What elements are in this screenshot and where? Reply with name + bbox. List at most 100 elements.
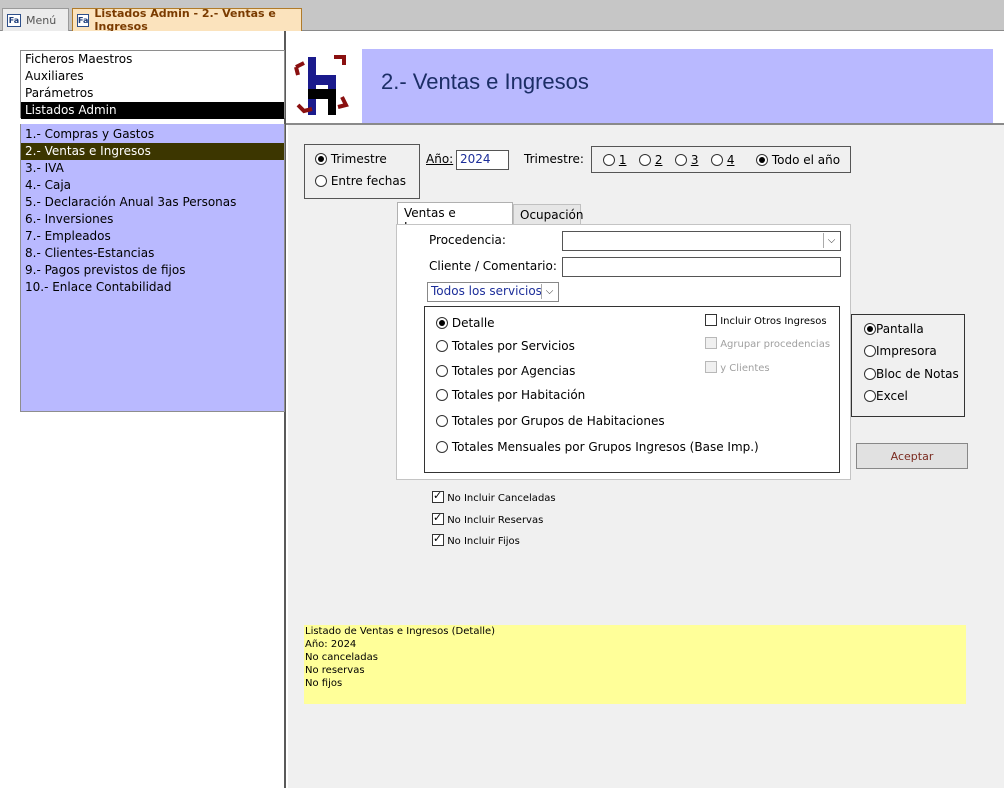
chevron-down-icon[interactable]: ⌵ xyxy=(823,233,839,248)
report-detalle-option[interactable]: Detalle xyxy=(436,316,495,330)
report-mensuales-option[interactable]: Totales Mensuales por Grupos Ingresos (B… xyxy=(436,440,759,454)
chevron-down-icon[interactable]: ⌵ xyxy=(541,284,557,299)
cliente-label: Cliente / Comentario: xyxy=(429,259,557,273)
submenu-item-ventas[interactable]: 2.- Ventas e Ingresos xyxy=(21,143,284,160)
submenu-item-compras[interactable]: 1.- Compras y Gastos xyxy=(21,126,284,143)
procedencia-combobox[interactable]: ⌵ xyxy=(562,231,841,251)
trimestre-radio[interactable] xyxy=(315,153,327,165)
fijos-option[interactable]: No Incluir Fijos xyxy=(432,532,520,547)
quarter-1-label: 1 xyxy=(618,153,627,167)
submenu-item-clientes[interactable]: 8.- Clientes-Estancias xyxy=(21,245,284,262)
entre-fechas-radio[interactable] xyxy=(315,175,327,187)
output-pantalla-option[interactable]: Pantalla xyxy=(864,322,924,336)
canceladas-checkbox[interactable] xyxy=(432,489,444,503)
summary-line: Año: 2024 xyxy=(305,639,357,650)
quarter-2-option[interactable]: 2 xyxy=(639,153,662,167)
clientes-option: y Clientes xyxy=(705,361,770,374)
year-input[interactable]: 2024 xyxy=(456,150,509,170)
fijos-checkbox[interactable] xyxy=(432,532,444,546)
main-menu-item-listados[interactable]: Listados Admin xyxy=(21,102,284,119)
agrupar-checkbox xyxy=(705,337,717,349)
tab-ventas-ingresos[interactable]: Ventas e Ingresos xyxy=(397,202,513,234)
quarter-2-radio[interactable] xyxy=(639,154,651,166)
canceladas-option[interactable]: No Incluir Canceladas xyxy=(432,489,556,504)
report-detalle-radio[interactable] xyxy=(436,317,448,329)
quarter-2-label: 2 xyxy=(654,153,663,167)
report-servicios-radio[interactable] xyxy=(436,340,448,352)
quarter-4-radio[interactable] xyxy=(711,154,723,166)
otros-ingresos-checkbox[interactable] xyxy=(705,314,717,326)
entre-fechas-label: Entre fechas xyxy=(330,174,407,188)
year-label: Año: xyxy=(426,152,453,166)
form-icon: Fa xyxy=(7,13,21,27)
report-grupos-option[interactable]: Totales por Grupos de Habitaciones xyxy=(436,414,665,428)
output-bloc-label: Bloc de Notas xyxy=(876,367,959,381)
page-title: 2.- Ventas e Ingresos xyxy=(381,69,589,94)
trimestre-option[interactable]: Trimestre xyxy=(315,152,387,166)
quarter-4-label: 4 xyxy=(726,153,735,167)
entre-fechas-option[interactable]: Entre fechas xyxy=(315,174,406,188)
todo-el-ano-label: Todo el año xyxy=(771,153,841,167)
report-agencias-option[interactable]: Totales por Agencias xyxy=(436,364,575,378)
agrupar-option: Agrupar procedencias xyxy=(705,337,830,350)
form-header: 2.- Ventas e Ingresos xyxy=(286,49,993,123)
quarter-3-radio[interactable] xyxy=(675,154,687,166)
submenu-item-pagos[interactable]: 9.- Pagos previstos de fijos xyxy=(21,262,284,279)
report-grupos-radio[interactable] xyxy=(436,415,448,427)
output-bloc-radio[interactable] xyxy=(864,368,876,380)
submenu-item-iva[interactable]: 3.- IVA xyxy=(21,160,284,177)
procedencia-label: Procedencia: xyxy=(429,233,506,247)
tab-listados-ventas[interactable]: Fa Listados Admin - 2.- Ventas e Ingreso… xyxy=(72,7,302,33)
main-menu-item-auxiliares[interactable]: Auxiliares xyxy=(21,68,284,85)
year-label-text: Año: xyxy=(426,152,454,166)
report-agencias-radio[interactable] xyxy=(436,365,448,377)
output-impresora-option[interactable]: Impresora xyxy=(864,344,937,358)
canceladas-label: No Incluir Canceladas xyxy=(447,493,556,504)
quarter-1-radio[interactable] xyxy=(603,154,615,166)
quarter-4-option[interactable]: 4 xyxy=(711,153,734,167)
output-pantalla-radio[interactable] xyxy=(864,323,876,335)
main-menu-item-ficheros[interactable]: Ficheros Maestros xyxy=(21,51,284,68)
servicios-combobox[interactable]: Todos los servicios ⌵ xyxy=(427,282,559,302)
output-impresora-radio[interactable] xyxy=(864,345,876,357)
submenu-item-declaracion[interactable]: 5.- Declaración Anual 3as Personas xyxy=(21,194,284,211)
submenu-item-caja[interactable]: 4.- Caja xyxy=(21,177,284,194)
main-menu-item-parametros[interactable]: Parámetros xyxy=(21,85,284,102)
reservas-label: No Incluir Reservas xyxy=(447,515,544,526)
aceptar-button[interactable]: Aceptar xyxy=(856,443,968,469)
document-tab-bar: Fa Menú Fa Listados Admin - 2.- Ventas e… xyxy=(0,0,1004,33)
output-bloc-option[interactable]: Bloc de Notas xyxy=(864,367,959,381)
trimestre-label: Trimestre xyxy=(330,152,387,166)
todo-el-ano-option[interactable]: Todo el año xyxy=(756,153,840,167)
todo-el-ano-radio[interactable] xyxy=(756,154,768,166)
output-impresora-label: Impresora xyxy=(876,344,937,358)
report-habitacion-label: Totales por Habitación xyxy=(451,388,586,402)
report-detalle-label: Detalle xyxy=(451,316,495,330)
reservas-checkbox[interactable] xyxy=(432,511,444,525)
report-servicios-option[interactable]: Totales por Servicios xyxy=(436,339,575,353)
submenu-item-empleados[interactable]: 7.- Empleados xyxy=(21,228,284,245)
trimestre-field-label: Trimestre: xyxy=(524,152,584,166)
submenu-item-inversiones[interactable]: 6.- Inversiones xyxy=(21,211,284,228)
tab-ocupacion[interactable]: Ocupación xyxy=(513,204,584,226)
report-mensuales-radio[interactable] xyxy=(436,441,448,453)
output-excel-label: Excel xyxy=(876,389,908,403)
otros-ingresos-option[interactable]: Incluir Otros Ingresos xyxy=(705,314,827,327)
report-grupos-label: Totales por Grupos de Habitaciones xyxy=(451,414,665,428)
quarter-1-option[interactable]: 1 xyxy=(603,153,626,167)
cliente-input[interactable] xyxy=(562,257,841,277)
report-habitacion-option[interactable]: Totales por Habitación xyxy=(436,388,585,402)
reservas-option[interactable]: No Incluir Reservas xyxy=(432,511,544,526)
report-habitacion-radio[interactable] xyxy=(436,389,448,401)
navigation-pane: Ficheros Maestros Auxiliares Parámetros … xyxy=(0,31,286,788)
fijos-label: No Incluir Fijos xyxy=(447,536,520,547)
output-excel-option[interactable]: Excel xyxy=(864,389,908,403)
submenu-item-enlace[interactable]: 10.- Enlace Contabilidad xyxy=(21,279,284,296)
servicios-value: Todos los servicios xyxy=(431,284,542,298)
tab-listados-label: Listados Admin - 2.- Ventas e Ingresos xyxy=(94,7,276,33)
tab-menu[interactable]: Fa Menú xyxy=(2,8,69,31)
summary-line: No canceladas xyxy=(305,652,378,663)
quarter-3-option[interactable]: 3 xyxy=(675,153,698,167)
output-excel-radio[interactable] xyxy=(864,390,876,402)
report-agencias-label: Totales por Agencias xyxy=(451,364,576,378)
